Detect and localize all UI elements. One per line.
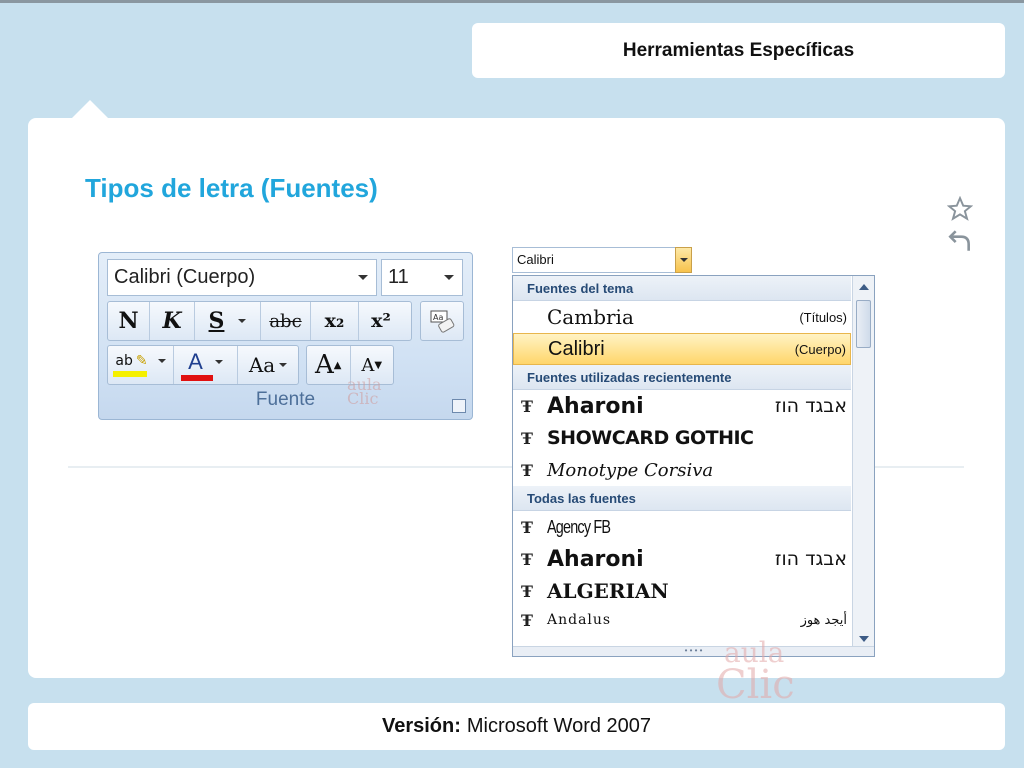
truetype-icon: Ŧ xyxy=(521,460,533,480)
underline-button[interactable]: S xyxy=(195,302,261,340)
highlight-icon: ab xyxy=(115,353,133,369)
italic-icon: K xyxy=(162,308,182,334)
chevron-down-icon[interactable] xyxy=(238,319,247,323)
font-item-aharoni-2[interactable]: Ŧ Aharoni אבגד הוז xyxy=(513,543,851,575)
highlight-button[interactable]: ab ✎ xyxy=(108,346,174,384)
color-buttons-row: ab ✎ A Aa xyxy=(107,345,299,385)
shrink-font-icon: A xyxy=(361,354,375,376)
watermark-logo-large: aula Clic xyxy=(716,636,795,708)
dropdown-arrow-button[interactable] xyxy=(675,247,692,273)
grow-font-button[interactable]: A ▲ xyxy=(307,346,351,384)
section-header: Herramientas Específicas xyxy=(472,23,1005,78)
font-name-value: Calibri (Cuerpo) xyxy=(114,266,256,288)
truetype-icon: Ŧ xyxy=(521,428,533,448)
section-theme-fonts: Fuentes del tema xyxy=(513,276,851,301)
scroll-thumb[interactable] xyxy=(856,300,871,348)
truetype-icon: Ŧ xyxy=(521,396,533,416)
change-case-icon: Aa xyxy=(248,353,276,377)
truetype-icon: Ŧ xyxy=(521,610,533,630)
section-recent-fonts: Fuentes utilizadas recientemente xyxy=(513,365,851,390)
strikethrough-button[interactable]: abc xyxy=(261,302,311,340)
italic-button[interactable]: K xyxy=(150,302,195,340)
superscript-icon: x² xyxy=(371,310,391,332)
grow-font-icon: A xyxy=(315,350,334,380)
bold-icon: N xyxy=(118,308,139,334)
watermark-logo: aula Clic xyxy=(347,375,382,408)
side-icons xyxy=(947,196,977,260)
subscript-icon: x₂ xyxy=(324,310,345,332)
font-dropdown-combo[interactable]: Calibri xyxy=(512,247,692,273)
font-item-calibri[interactable]: Calibri (Cuerpo) xyxy=(513,333,851,365)
truetype-icon: Ŧ xyxy=(521,517,533,537)
chevron-down-icon[interactable] xyxy=(214,360,223,364)
font-item-cambria[interactable]: Cambria (Títulos) xyxy=(513,301,851,333)
superscript-button[interactable]: x² xyxy=(359,302,403,340)
version-footer: Versión: Microsoft Word 2007 xyxy=(28,703,1005,750)
svg-text:Aa: Aa xyxy=(433,313,443,322)
resize-grip[interactable]: • • • • xyxy=(513,646,874,656)
group-label: Fuente xyxy=(255,389,316,410)
page-title: Tipos de letra (Fuentes) xyxy=(85,173,378,203)
font-item-showcard-gothic[interactable]: Ŧ SHOWCARD GOTHIC xyxy=(513,422,851,454)
chevron-down-icon[interactable] xyxy=(444,275,454,280)
font-color-button[interactable]: A xyxy=(174,346,238,384)
eraser-icon: Aa xyxy=(430,310,455,333)
scroll-down-icon[interactable] xyxy=(859,636,869,642)
section-title: Herramientas Específicas xyxy=(622,39,855,61)
version-label: Versión: xyxy=(381,715,461,737)
font-color-icon: A xyxy=(188,349,203,374)
content-card: Tipos de letra (Fuentes) Calibri (Cuerpo… xyxy=(28,100,1005,705)
font-size-value: 11 xyxy=(388,266,409,288)
clear-format-group: Aa xyxy=(420,301,464,341)
font-item-monotype-corsiva[interactable]: Ŧ Monotype Corsiva xyxy=(513,454,851,486)
font-item-agency-fb[interactable]: Ŧ Agency FB xyxy=(513,511,851,543)
font-size-combo[interactable]: 11 xyxy=(381,259,463,296)
top-strip xyxy=(0,0,1024,3)
card-notch xyxy=(72,100,108,118)
font-item-andalus[interactable]: Ŧ Andalus أيجد هوز xyxy=(513,607,851,633)
chevron-down-icon[interactable] xyxy=(358,275,368,280)
change-case-button[interactable]: Aa xyxy=(238,346,298,384)
underline-icon: S xyxy=(208,308,225,334)
subscript-button[interactable]: x₂ xyxy=(311,302,359,340)
strikethrough-icon: abc xyxy=(269,310,302,332)
chevron-down-icon xyxy=(679,258,688,262)
font-list: Fuentes del tema Cambria (Títulos) Calib… xyxy=(512,275,875,657)
truetype-icon: Ŧ xyxy=(521,581,533,601)
vertical-scrollbar[interactable] xyxy=(852,276,874,656)
back-arrow-icon[interactable] xyxy=(947,228,973,254)
bold-button[interactable]: N xyxy=(108,302,150,340)
chevron-down-icon[interactable] xyxy=(279,363,288,367)
scroll-up-icon[interactable] xyxy=(859,284,869,290)
font-item-algerian[interactable]: Ŧ ALGERIAN xyxy=(513,575,851,607)
truetype-icon: Ŧ xyxy=(521,549,533,569)
format-buttons-row: N K S abc x₂ x² xyxy=(107,301,412,341)
font-dropdown-value: Calibri xyxy=(517,252,554,267)
font-ribbon-group: Calibri (Cuerpo) 11 N K S abc x₂ x² Aa a… xyxy=(98,252,473,420)
font-name-combo[interactable]: Calibri (Cuerpo) xyxy=(107,259,377,296)
section-all-fonts: Todas las fuentes xyxy=(513,486,851,511)
chevron-down-icon[interactable] xyxy=(157,359,166,363)
clear-formatting-button[interactable]: Aa xyxy=(421,302,463,340)
dialog-launcher-button[interactable] xyxy=(452,399,466,413)
star-icon[interactable] xyxy=(947,196,973,222)
version-value: Microsoft Word 2007 xyxy=(466,715,652,737)
font-item-aharoni[interactable]: Ŧ Aharoni אבגד הוז xyxy=(513,390,851,422)
